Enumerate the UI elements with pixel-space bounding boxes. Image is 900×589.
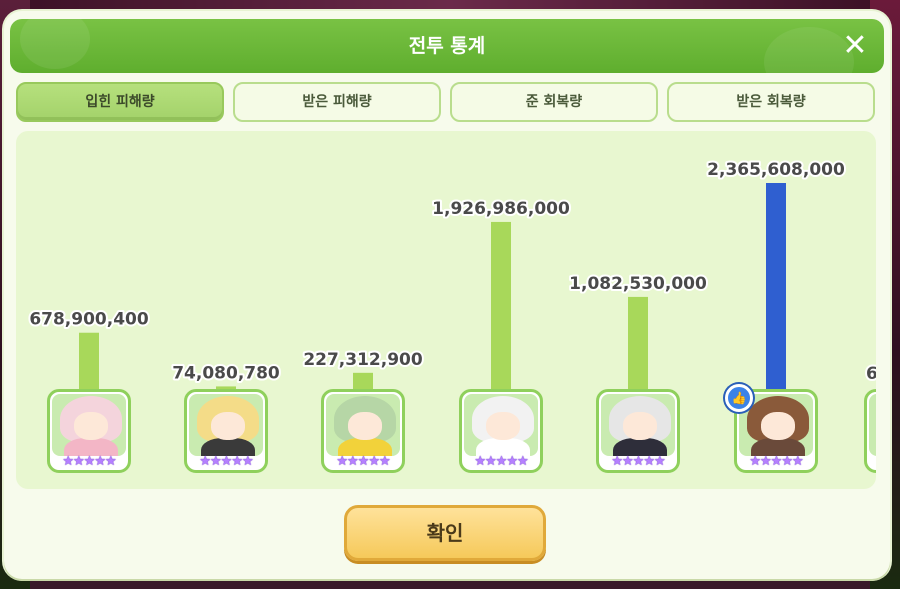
bar-4 bbox=[491, 221, 511, 393]
bar-value-label: 74,080,780 bbox=[172, 363, 280, 383]
star-rating-icon: ★★★★★ bbox=[336, 454, 390, 469]
character-portrait[interactable]: ★★★★★ bbox=[321, 389, 405, 473]
character-face bbox=[74, 412, 108, 440]
bar-value-label: 678,900,400 bbox=[29, 310, 149, 330]
star-rating-icon: ★★★★★ bbox=[62, 454, 116, 469]
battle-stats-dialog: 전투 통계 ✕ 입힌 피해량 받은 피해량 준 회복량 받은 회복량 678,9… bbox=[4, 11, 890, 579]
mvp-thumbs-up-icon: 👍 bbox=[725, 384, 753, 412]
character-face bbox=[486, 412, 520, 440]
character-art bbox=[464, 394, 538, 456]
tab-healing-received[interactable]: 받은 회복량 bbox=[667, 82, 875, 122]
bar-6 bbox=[766, 183, 786, 393]
tab-healing-given[interactable]: 준 회복량 bbox=[450, 82, 658, 122]
character-art bbox=[326, 394, 400, 456]
character-art bbox=[869, 394, 876, 456]
character-portrait[interactable]: ★★★★★ bbox=[184, 389, 268, 473]
bar-value-label: 227,312,900 bbox=[303, 350, 423, 370]
bar-value-label: 1,082,530,000 bbox=[569, 274, 707, 294]
character-face bbox=[348, 412, 382, 440]
character-portrait[interactable]: ★★★★★ 👍 bbox=[725, 384, 818, 473]
dialog-title: 전투 통계 bbox=[408, 35, 486, 57]
character-art bbox=[189, 394, 263, 456]
star-rating-icon: ★★★★★ bbox=[867, 454, 876, 470]
character-art bbox=[52, 394, 126, 456]
damage-chart-panel: 678,900,400 74,080,780 227,312,900 1,926,98… bbox=[16, 131, 876, 489]
character-art bbox=[601, 394, 675, 456]
star-rating-icon: ★★★★★ bbox=[749, 454, 803, 469]
character-portrait[interactable]: ★★★★★ bbox=[47, 389, 131, 473]
dialog-header: 전투 통계 ✕ bbox=[10, 19, 884, 73]
bar-value-label: 66 bbox=[866, 364, 876, 384]
character-face bbox=[211, 412, 245, 440]
character-portrait[interactable]: ★★★★★ bbox=[596, 389, 680, 473]
star-rating-icon: ★★★★★ bbox=[199, 454, 253, 469]
character-face bbox=[761, 412, 795, 440]
stat-tabs: 입힌 피해량 받은 피해량 준 회복량 받은 회복량 bbox=[16, 82, 878, 122]
bar-5 bbox=[628, 296, 648, 393]
character-portrait[interactable]: ★★★★★ bbox=[864, 389, 876, 473]
star-rating-icon: ★★★★★ bbox=[474, 454, 528, 469]
tab-damage-dealt[interactable]: 입힌 피해량 bbox=[16, 82, 224, 122]
confirm-button[interactable]: 확인 bbox=[344, 505, 546, 561]
character-portrait[interactable]: ★★★★★ bbox=[459, 389, 543, 473]
tab-damage-taken[interactable]: 받은 피해량 bbox=[233, 82, 441, 122]
bar-value-label: 2,365,608,000 bbox=[707, 160, 845, 180]
star-rating-icon: ★★★★★ bbox=[611, 454, 665, 469]
character-face bbox=[623, 412, 657, 440]
bar-value-label: 1,926,986,000 bbox=[432, 199, 570, 219]
bar-1 bbox=[79, 332, 99, 393]
close-icon[interactable]: ✕ bbox=[840, 31, 870, 61]
